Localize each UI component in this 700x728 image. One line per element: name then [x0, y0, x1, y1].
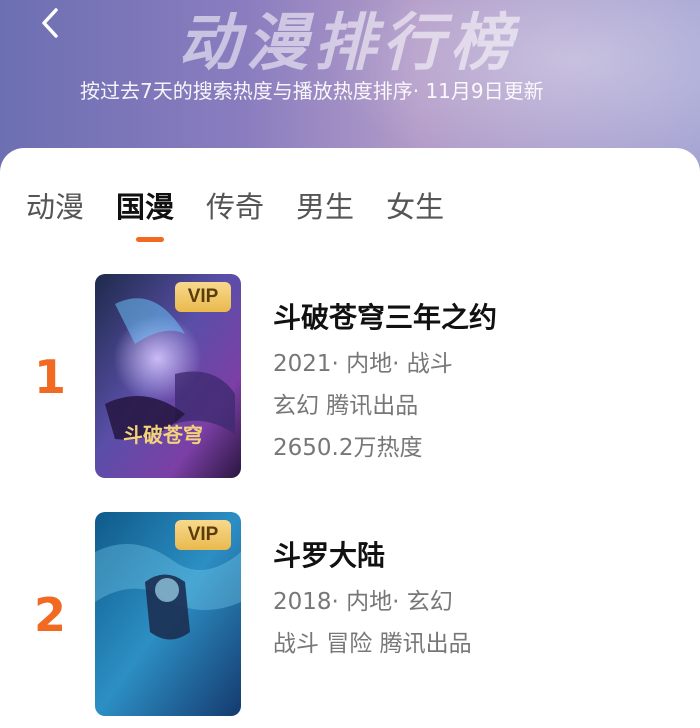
chevron-left-icon — [42, 8, 58, 38]
tab-chuanqi[interactable]: 传奇 — [206, 184, 264, 228]
page-subtitle: 按过去7天的搜索热度与播放热度排序· 11月9日更新 — [80, 79, 544, 103]
vip-badge: VIP — [175, 282, 231, 312]
item-popularity: 2650.2万热度 — [273, 435, 423, 461]
item-title: 斗罗大陆 — [273, 539, 386, 572]
poster-image[interactable]: 斗破苍穹 VIP — [95, 274, 241, 478]
item-meta-year-region-genre: 2021· 内地· 战斗 — [273, 351, 453, 377]
page-title: 动漫排行榜 — [178, 6, 519, 79]
item-title: 斗破苍穹三年之约 — [273, 301, 498, 334]
item-meta-tags: 玄幻 腾讯出品 — [273, 393, 419, 419]
tab-donghua[interactable]: 动漫 — [26, 184, 84, 228]
tab-nansheng[interactable]: 男生 — [296, 184, 354, 228]
rank-number: 2 — [34, 588, 67, 642]
category-tabs: 动漫 国漫 传奇 男生 女生 — [26, 184, 476, 228]
list-item[interactable]: 1 斗破苍穹 VIP 斗破苍穹三年之约 2021· 内地· 战斗 玄幻 腾讯出品… — [0, 270, 700, 490]
rank-number: 1 — [34, 350, 67, 404]
list-item[interactable]: 2 VIP 斗罗大陆 2018· 内地· 玄幻 战斗 冒险 腾讯出品 — [0, 508, 700, 728]
vip-badge: VIP — [175, 520, 231, 550]
back-button[interactable] — [34, 6, 68, 40]
poster-image[interactable]: VIP — [95, 512, 241, 716]
active-tab-indicator — [136, 237, 164, 242]
item-meta-tags: 战斗 冒险 腾讯出品 — [273, 631, 472, 657]
item-meta-year-region-genre: 2018· 内地· 玄幻 — [273, 589, 453, 615]
tab-nvsheng[interactable]: 女生 — [386, 184, 444, 228]
tab-guoman[interactable]: 国漫 — [116, 184, 174, 228]
poster-title-text: 斗破苍穹 — [123, 423, 203, 447]
